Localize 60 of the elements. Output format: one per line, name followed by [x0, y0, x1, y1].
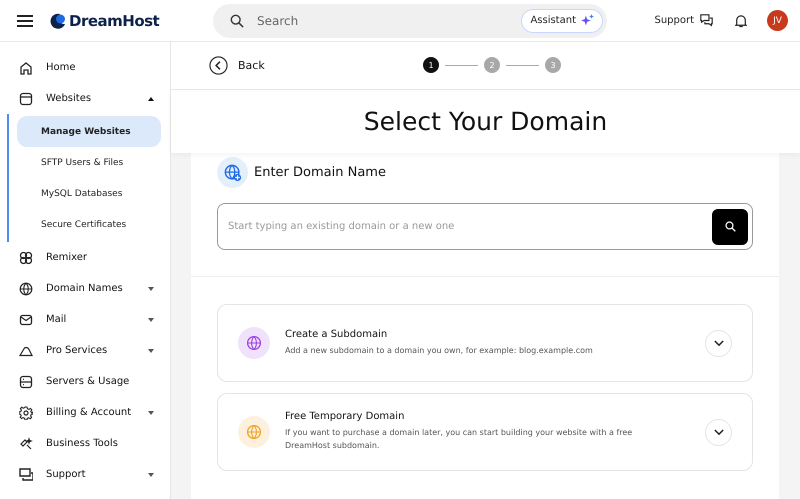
- mail-icon: [19, 312, 33, 326]
- option-description: Add a new subdomain to a domain you own, for example: blog.example.com: [285, 344, 594, 357]
- domain-input[interactable]: Start typing an existing domain or a new one: [226, 220, 712, 233]
- search-icon: [724, 221, 736, 232]
- settings-icon: [19, 406, 33, 420]
- search-icon: [230, 14, 244, 28]
- sidebar-item[interactable]: Mail: [46, 314, 135, 325]
- globe-plus-icon: [217, 157, 248, 188]
- server-icon: [19, 374, 33, 388]
- sidebar-subitem[interactable]: SFTP Users & Files: [17, 147, 161, 178]
- search-field[interactable]: Search Assistant: [213, 4, 607, 38]
- sidebar-item[interactable]: Domain Names: [46, 283, 135, 294]
- notification-bell-icon[interactable]: [735, 14, 747, 28]
- caret-icon[interactable]: [148, 96, 154, 100]
- search-input[interactable]: Search: [255, 12, 510, 28]
- assistant-button[interactable]: Assistant: [521, 8, 603, 32]
- domain-input-field[interactable]: Start typing an existing domain or a new one: [217, 203, 753, 250]
- option-card[interactable]: Free Temporary Domain If you want to purchase a domain later, you can start building your website with a free DreamHost subdomain.: [217, 393, 753, 471]
- option-description: If you want to purchase a domain later, you can start building your website with a free DreamHost subdomain.: [285, 427, 634, 452]
- sidebar-item[interactable]: Websites: [46, 93, 135, 104]
- search-button[interactable]: [712, 208, 748, 244]
- caret-icon[interactable]: [148, 410, 154, 414]
- user-avatar[interactable]: JV: [767, 10, 788, 31]
- sparkle-icon: [581, 14, 594, 27]
- sidebar-item[interactable]: Business Tools: [46, 438, 161, 449]
- home-icon: [19, 60, 33, 74]
- expand-button[interactable]: [705, 330, 732, 356]
- option-title: Free Temporary Domain: [285, 411, 406, 422]
- sidebar-subitem[interactable]: Manage Websites: [17, 116, 161, 147]
- sidebar-subitem[interactable]: MySQL Databases: [17, 178, 161, 209]
- caret-icon[interactable]: [148, 286, 154, 290]
- back-link[interactable]: Back: [238, 59, 265, 72]
- circles-icon: [19, 250, 33, 264]
- brand-name: DreamHost: [69, 12, 160, 30]
- step-indicator[interactable]: 1: [423, 57, 439, 73]
- caret-icon[interactable]: [148, 348, 154, 352]
- chat-icon[interactable]: [700, 14, 713, 27]
- sidebar-subitem[interactable]: Secure Certificates: [17, 209, 161, 240]
- sidebar-item[interactable]: Remixer: [46, 252, 161, 263]
- caret-icon[interactable]: [148, 318, 154, 322]
- sidebar-item[interactable]: Billing & Account: [46, 407, 135, 418]
- sidebar-item[interactable]: Home: [46, 62, 161, 73]
- section-heading: Enter Domain Name: [254, 165, 386, 180]
- sidebar-item[interactable]: Pro Services: [46, 345, 135, 356]
- option-card[interactable]: Create a Subdomain Add a new subdomain to a domain you own, for example: blog.example.com: [217, 304, 753, 382]
- chat-icon: [19, 468, 33, 482]
- sparkle-tools-icon: [19, 436, 33, 450]
- page-title: Select Your Domain: [364, 107, 608, 136]
- expand-button[interactable]: [705, 418, 732, 446]
- support-link[interactable]: Support: [654, 15, 694, 26]
- option-title: Create a Subdomain: [285, 328, 388, 340]
- menu-icon[interactable]: [17, 14, 33, 26]
- caret-icon[interactable]: [148, 472, 154, 476]
- chevron-icon: [714, 340, 724, 346]
- moon-logo-icon: [50, 12, 66, 28]
- globe-icon: [19, 282, 33, 296]
- sidebar-item[interactable]: Support: [46, 469, 135, 480]
- browser-window-icon: [19, 92, 33, 106]
- sidebar-item[interactable]: Servers & Usage: [46, 376, 161, 387]
- chevron-icon: [714, 428, 724, 436]
